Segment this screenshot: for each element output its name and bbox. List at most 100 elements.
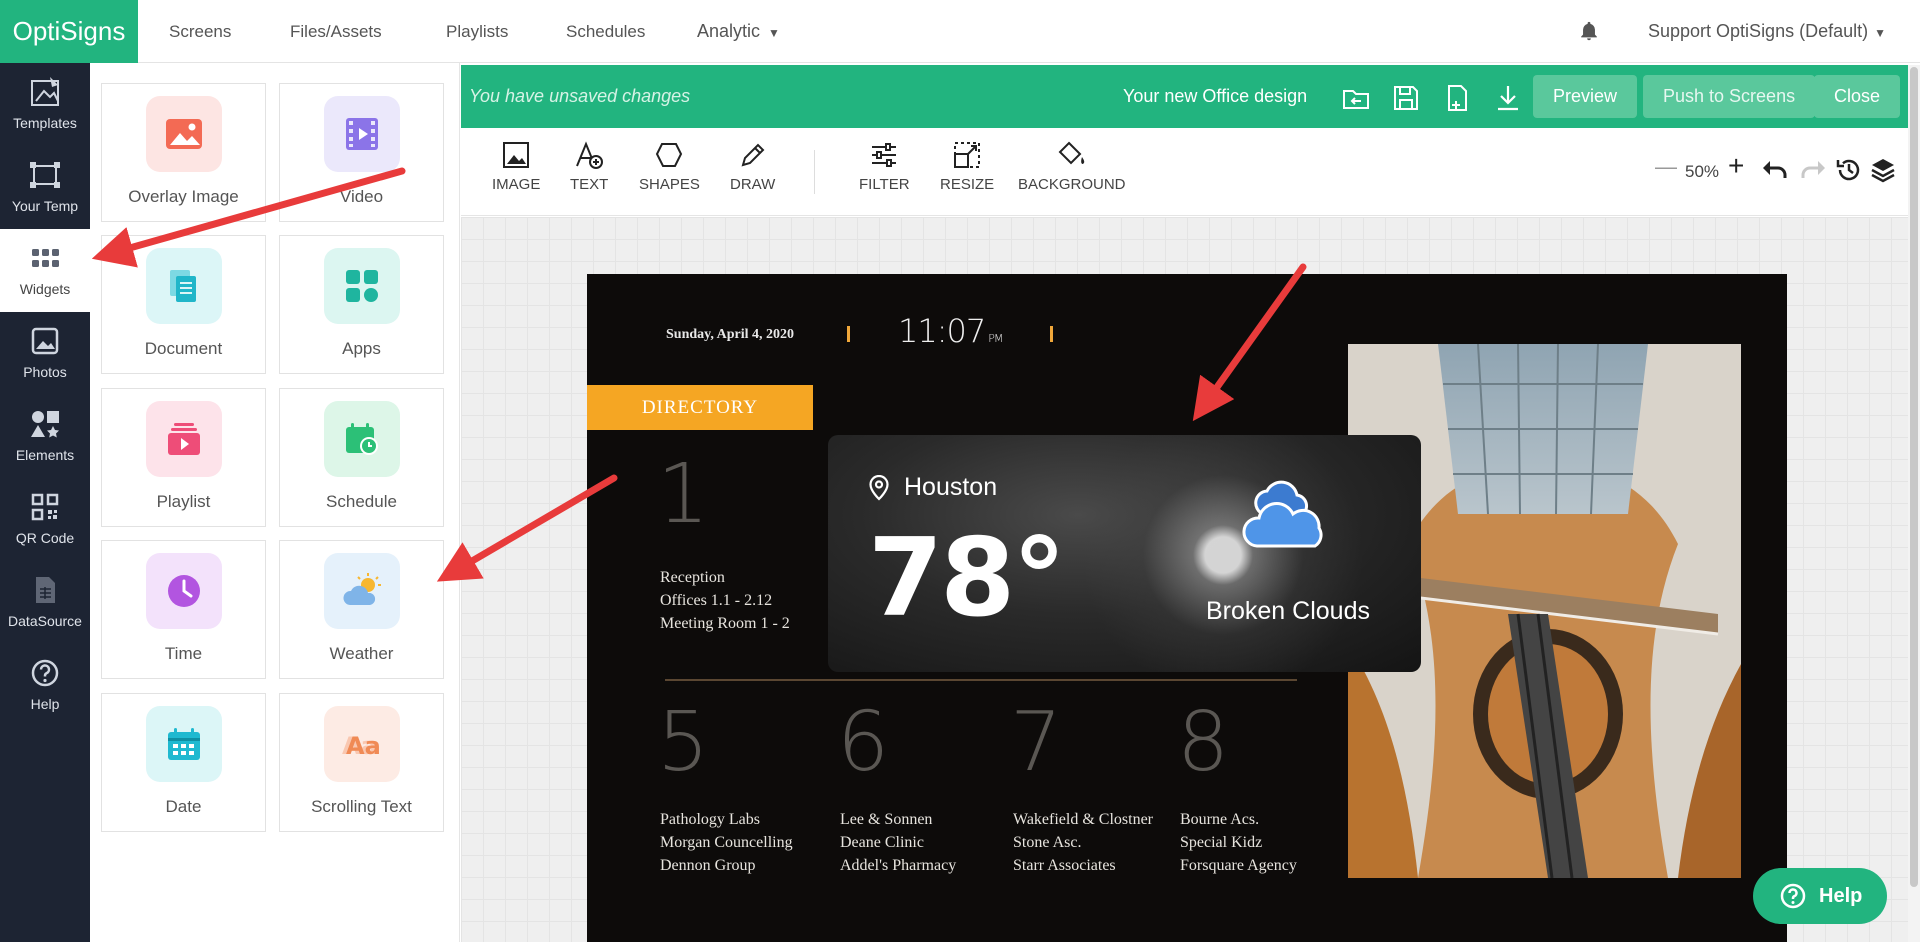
widget-label: Document (144, 339, 223, 358)
design-time[interactable]: 11:07 PM (898, 312, 1003, 350)
directory-list[interactable]: Wakefield & Clostner Stone Asc. Starr As… (1013, 808, 1153, 877)
widget-time[interactable]: Time (101, 540, 266, 679)
directory-list[interactable]: Lee & Sonnen Deane Clinic Addel's Pharma… (840, 808, 956, 877)
tool-background[interactable]: BACKGROUND (1018, 140, 1126, 193)
nav-files-assets[interactable]: Files/Assets (290, 0, 382, 63)
vertical-scrollbar[interactable] (1908, 65, 1920, 942)
directory-list[interactable]: Bourne Acs. Special Kidz Forsquare Agenc… (1180, 808, 1297, 877)
help-button-label: Help (1819, 885, 1863, 907)
unsaved-changes-notice: You have unsaved changes (469, 86, 691, 106)
design-canvas[interactable]: Sunday, April 4, 2020 11:07 PM DIRECTORY … (461, 217, 1908, 942)
tool-image[interactable]: IMAGE (492, 140, 540, 193)
sidebar-item-photos[interactable]: Photos (0, 312, 90, 395)
directory-list[interactable]: Pathology Labs Morgan Councelling Dennon… (660, 808, 793, 877)
widget-schedule[interactable]: Schedule (279, 388, 444, 527)
history-icon[interactable] (1835, 156, 1863, 184)
directory-number[interactable]: 5 (657, 702, 709, 784)
directory-number[interactable]: 6 (837, 702, 889, 784)
qr-code-icon (31, 493, 59, 521)
download-icon[interactable] (1493, 83, 1523, 113)
widget-playlist[interactable]: Playlist (101, 388, 266, 527)
sidebar-item-label: QR Code (15, 530, 75, 546)
list-item: Reception (660, 569, 725, 586)
list-item: Lee & Sonnen (840, 811, 933, 828)
help-button[interactable]: Help (1753, 868, 1887, 924)
design-time-ampm: PM (988, 332, 1003, 345)
save-icon[interactable] (1391, 83, 1421, 113)
tool-label: BACKGROUND (1018, 176, 1126, 193)
widget-label: Scrolling Text (311, 797, 412, 816)
sidebar-item-widgets[interactable]: Widgets (0, 229, 90, 312)
list-item: Morgan Councelling (660, 834, 793, 851)
open-folder-icon[interactable] (1341, 83, 1371, 113)
redo-icon[interactable] (1799, 158, 1827, 184)
sidebar-item-label: Help (30, 696, 60, 712)
nav-playlists[interactable]: Playlists (446, 0, 508, 63)
optisigns-logo[interactable]: OptiSigns (0, 0, 138, 63)
pencil-icon (741, 143, 765, 167)
widget-apps[interactable]: Apps (279, 235, 444, 374)
sidebar-item-your-templates[interactable]: Your Temp (0, 146, 90, 229)
directory-number[interactable]: 1 (657, 454, 709, 536)
nav-schedules[interactable]: Schedules (566, 0, 645, 63)
directory-number[interactable]: 7 (1010, 702, 1062, 784)
bell-icon[interactable] (1578, 20, 1600, 42)
design-board[interactable]: Sunday, April 4, 2020 11:07 PM DIRECTORY … (587, 274, 1787, 942)
sidebar-item-qr-code[interactable]: QR Code (0, 478, 90, 561)
sidebar-item-label: Widgets (19, 281, 71, 297)
push-to-screens-button[interactable]: Push to Screens (1643, 75, 1816, 118)
list-item: Addel's Pharmacy (840, 857, 957, 874)
tool-text[interactable]: TEXT (570, 140, 608, 193)
list-item: Wakefield & Clostner (1013, 811, 1154, 828)
widget-overlay-image[interactable]: Overlay Image (101, 83, 266, 222)
nav-screens[interactable]: Screens (169, 0, 231, 63)
directory-list[interactable]: Reception Offices 1.1 - 2.12 Meeting Roo… (660, 566, 790, 635)
scrolling-text-icon: Aa Aa (323, 706, 400, 782)
weather-widget[interactable]: Houston 78° Broken Clouds (828, 435, 1421, 672)
account-menu[interactable]: Support OptiSigns (Default) ▼ (1648, 0, 1886, 65)
editor-header: You have unsaved changes Your new Office… (461, 65, 1908, 128)
tool-filter[interactable]: FILTER (859, 140, 910, 193)
chevron-down-icon: ▼ (1874, 26, 1886, 40)
tool-shapes[interactable]: SHAPES (639, 140, 700, 193)
layers-icon[interactable] (1869, 156, 1897, 184)
sidebar-item-templates[interactable]: Templates (0, 63, 90, 146)
sidebar-item-label: Photos (23, 364, 67, 380)
time-icon (145, 553, 222, 629)
zoom-out-button[interactable]: — (1655, 154, 1677, 180)
undo-icon[interactable] (1761, 158, 1789, 184)
widget-document[interactable]: Document (101, 235, 266, 374)
widget-video[interactable]: Video (279, 83, 444, 222)
widget-weather[interactable]: Weather (279, 540, 444, 679)
shapes-icon (656, 143, 683, 167)
save-as-icon[interactable] (1442, 83, 1472, 113)
directory-banner[interactable]: DIRECTORY (587, 385, 813, 430)
list-item: Forsquare Agency (1180, 857, 1297, 874)
nav-analytic[interactable]: Analytic ▼ (697, 0, 780, 65)
sidebar-item-datasource[interactable]: DataSource (0, 561, 90, 644)
widget-date[interactable]: Date (101, 693, 266, 832)
sidebar-item-help[interactable]: Help (0, 644, 90, 727)
tool-draw[interactable]: DRAW (730, 140, 775, 193)
zoom-in-button[interactable]: + (1728, 152, 1744, 180)
image-icon (503, 142, 530, 168)
photos-icon (31, 327, 59, 355)
list-item: Meeting Room 1 - 2 (660, 615, 790, 632)
sidebar-item-elements[interactable]: Elements (0, 395, 90, 478)
tool-label: RESIZE (940, 176, 995, 193)
design-name[interactable]: Your new Office design (1123, 65, 1307, 128)
weather-icon (323, 553, 400, 629)
scrollbar-thumb[interactable] (1910, 67, 1918, 887)
preview-button[interactable]: Preview (1533, 75, 1638, 118)
weather-condition: Broken Clouds (1206, 597, 1370, 625)
directory-number[interactable]: 8 (1177, 702, 1229, 784)
list-item: Offices 1.1 - 2.12 (660, 592, 773, 609)
tool-resize[interactable]: RESIZE (940, 140, 994, 193)
widget-scrolling-text[interactable]: Aa Aa Scrolling Text (279, 693, 444, 832)
left-sidebar: Templates Your Temp Widgets Photos Eleme… (0, 63, 90, 942)
close-button[interactable]: Close (1814, 75, 1901, 118)
directory-separator (665, 679, 1297, 681)
sidebar-item-label: Elements (15, 447, 75, 463)
weather-temperature: 78° (868, 516, 1066, 641)
design-date[interactable]: Sunday, April 4, 2020 (666, 327, 794, 343)
